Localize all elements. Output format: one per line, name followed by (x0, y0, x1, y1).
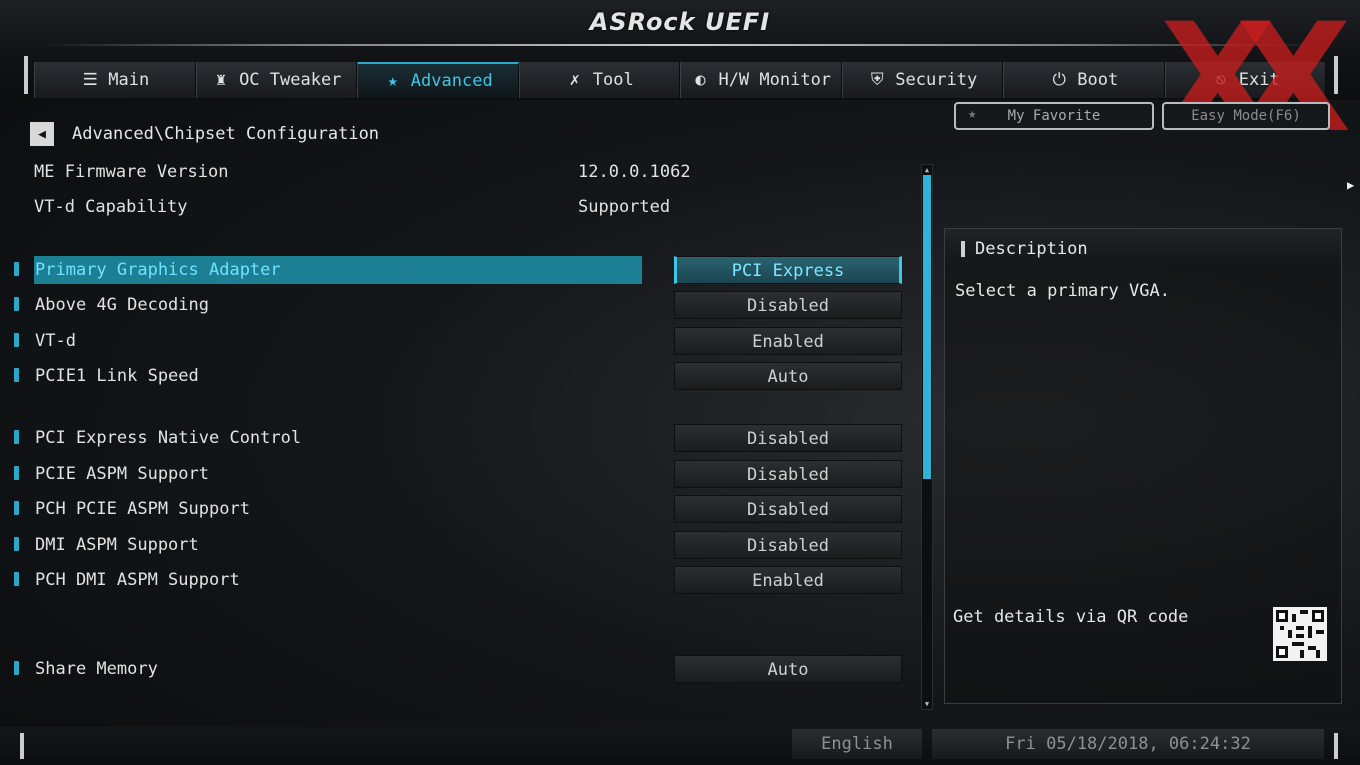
setting-marker-icon (14, 572, 19, 586)
setting-label[interactable]: Primary Graphics Adapter (34, 256, 642, 284)
language-button[interactable]: English (792, 729, 922, 759)
shield-icon: ⛨ (870, 70, 884, 90)
setting-marker-icon (14, 501, 19, 515)
tab-label: H/W Monitor (718, 70, 832, 90)
scroll-up-icon[interactable]: ▲ (922, 165, 932, 175)
setting-label[interactable]: VT-d (34, 327, 642, 355)
tab-tool[interactable]: ✗ Tool (518, 62, 680, 98)
setting-row-pch-pcie-aspm-support[interactable]: PCH PCIE ASPM Support Disabled (14, 495, 904, 523)
setting-value-dropdown[interactable]: Disabled (674, 291, 902, 319)
scrollbar-thumb[interactable] (923, 175, 931, 479)
setting-value-dropdown[interactable]: Disabled (674, 460, 902, 488)
power-icon: ⏻ (1052, 70, 1066, 90)
tab-label: Advanced (410, 71, 493, 91)
setting-label[interactable]: PCH PCIE ASPM Support (34, 495, 642, 523)
setting-value-dropdown[interactable]: Enabled (674, 566, 902, 594)
setting-label[interactable]: PCH DMI ASPM Support (34, 566, 642, 594)
qr-code-label: Get details via QR code (953, 607, 1189, 627)
setting-row-share-memory[interactable]: Share Memory Auto (14, 655, 904, 683)
wrench-icon: ✗ (569, 70, 580, 90)
tab-label: Boot (1077, 70, 1119, 90)
rocket-icon: ♜ (215, 70, 227, 90)
top-bar: ASRock UEFI ☰ Main ♜ OC Tweaker ★ Advanced ✗ To… (0, 0, 1360, 100)
scroll-down-icon[interactable]: ▼ (922, 699, 932, 709)
star-icon: ★ (387, 71, 398, 91)
description-text: Select a primary VGA. (955, 281, 1170, 301)
info-value-vtd-capability: Supported (578, 197, 671, 217)
setting-row-above-4g-decoding[interactable]: Above 4G Decoding Disabled (14, 291, 904, 319)
tab-advanced[interactable]: ★ Advanced (357, 62, 519, 98)
setting-marker-icon (14, 537, 19, 551)
qr-code-icon[interactable] (1273, 607, 1327, 661)
setting-marker-icon (14, 262, 19, 276)
description-panel: Description Select a primary VGA. Get de… (944, 228, 1342, 704)
setting-label[interactable]: DMI ASPM Support (34, 531, 642, 559)
info-value-me-firmware: 12.0.0.1062 (578, 162, 691, 182)
info-label-vtd-capability: VT-d Capability (34, 197, 188, 217)
setting-row-dmi-aspm-support[interactable]: DMI ASPM Support Disabled (14, 531, 904, 559)
tab-label: Main (108, 70, 150, 90)
tab-label: Tool (592, 70, 634, 90)
mouse-cursor-icon: ▶ (1347, 178, 1355, 192)
setting-value-dropdown[interactable]: Auto (674, 655, 902, 683)
scrollbar[interactable]: ▲ ▼ (921, 164, 933, 710)
setting-marker-icon (14, 430, 19, 444)
setting-value-dropdown[interactable]: Disabled (674, 531, 902, 559)
star-icon: ★ (968, 106, 977, 122)
setting-label[interactable]: Above 4G Decoding (34, 291, 642, 319)
tab-label: OC Tweaker (239, 70, 342, 90)
my-favorite-button[interactable]: ★ My Favorite (954, 102, 1154, 130)
description-header: Description (945, 229, 1341, 269)
setting-row-primary-graphics-adapter[interactable]: Primary Graphics Adapter PCI Express (14, 256, 904, 284)
setting-label[interactable]: PCI Express Native Control (34, 424, 642, 452)
setting-marker-icon (14, 466, 19, 480)
list-icon: ☰ (82, 70, 98, 90)
my-favorite-label: My Favorite (1007, 108, 1101, 124)
breadcrumb: ◀ Advanced\Chipset Configuration (30, 122, 379, 146)
setting-marker-icon (14, 661, 19, 675)
setting-value-dropdown[interactable]: Disabled (674, 424, 902, 452)
brand-logo: ASRock UEFI (589, 8, 771, 36)
bottom-bar: English Fri 05/18/2018, 06:24:32 (0, 727, 1360, 765)
setting-row-pch-dmi-aspm-support[interactable]: PCH DMI ASPM Support Enabled (14, 566, 904, 594)
tab-security[interactable]: ⛨ Security (841, 62, 1003, 98)
info-label-me-firmware: ME Firmware Version (34, 162, 229, 182)
bottom-right-edge-marker (1334, 733, 1338, 759)
left-edge-marker (24, 56, 28, 94)
main-tabs: ☰ Main ♜ OC Tweaker ★ Advanced ✗ Tool ◐ H/W Monit… (34, 62, 1326, 98)
tab-h-w-monitor[interactable]: ◐ H/W Monitor (680, 62, 842, 98)
setting-row-pcie-aspm-support[interactable]: PCIE ASPM Support Disabled (14, 460, 904, 488)
setting-marker-icon (14, 368, 19, 382)
date-time-display: Fri 05/18/2018, 06:24:32 (932, 729, 1324, 759)
setting-row-vt-d[interactable]: VT-d Enabled (14, 327, 904, 355)
setting-marker-icon (14, 333, 19, 347)
breadcrumb-path: Advanced\Chipset Configuration (72, 124, 380, 144)
tab-oc-tweaker[interactable]: ♜ OC Tweaker (195, 62, 357, 98)
description-marker-icon (961, 241, 965, 257)
setting-value-dropdown[interactable]: PCI Express (674, 256, 902, 284)
setting-row-pcie1-link-speed[interactable]: PCIE1 Link Speed Auto (14, 362, 904, 390)
easy-mode-button[interactable]: Easy Mode(F6) (1162, 102, 1330, 130)
monitor-icon: ◐ (695, 70, 706, 90)
setting-label[interactable]: PCIE1 Link Speed (34, 362, 642, 390)
setting-value-dropdown[interactable]: Disabled (674, 495, 902, 523)
description-title: Description (975, 239, 1088, 259)
back-button[interactable]: ◀ (30, 122, 54, 146)
easy-mode-label: Easy Mode(F6) (1191, 108, 1301, 124)
setting-label[interactable]: Share Memory (34, 655, 642, 683)
bottom-left-edge-marker (20, 733, 24, 759)
tab-boot[interactable]: ⏻ Boot (1003, 62, 1165, 98)
setting-value-dropdown[interactable]: Auto (674, 362, 902, 390)
tab-label: Security (895, 70, 978, 90)
tab-main[interactable]: ☰ Main (34, 62, 196, 98)
setting-row-pci-express-native-control[interactable]: PCI Express Native Control Disabled (14, 424, 904, 452)
setting-value-dropdown[interactable]: Enabled (674, 327, 902, 355)
setting-label[interactable]: PCIE ASPM Support (34, 460, 642, 488)
brand-divider (40, 44, 1320, 46)
setting-marker-icon (14, 297, 19, 311)
